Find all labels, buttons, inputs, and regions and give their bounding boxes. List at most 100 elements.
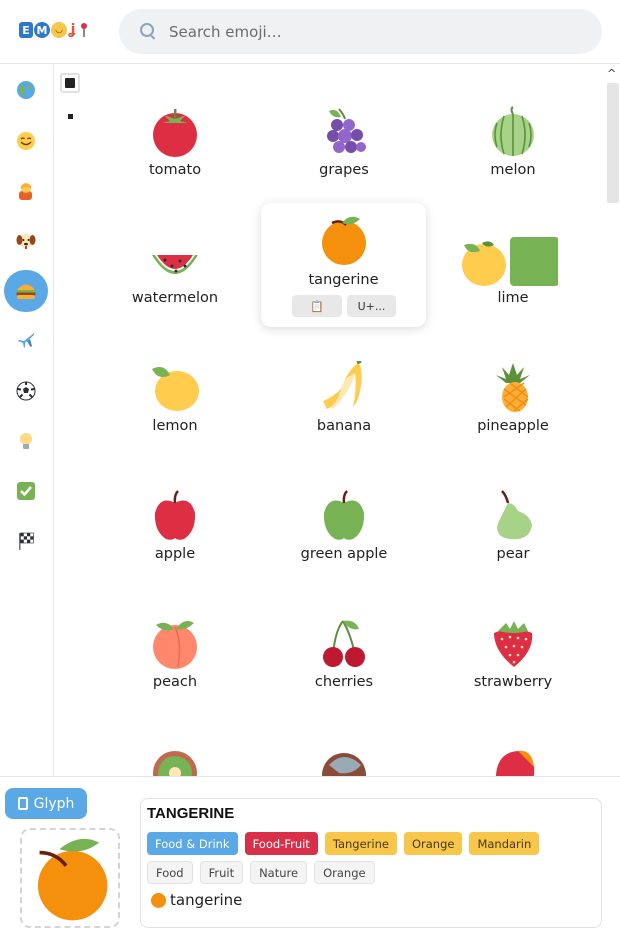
checkmark-icon [17, 482, 35, 500]
logo-j-icon: ʝ [70, 22, 76, 38]
scroll-thumb[interactable] [607, 83, 619, 203]
detail-panel: Glyph TANGERINE Food & Drink Food-Fruit … [0, 776, 620, 945]
glyph-button[interactable]: Glyph [5, 788, 87, 819]
category-globe[interactable] [4, 69, 48, 111]
tomato-icon [153, 109, 197, 157]
emoji-label: watermelon [131, 290, 219, 306]
emoji-tile-cherries[interactable]: cherries [269, 617, 419, 727]
emoji-tile-peach[interactable]: peach [100, 617, 250, 727]
emoji-tile-green-apple[interactable]: green apple [269, 489, 419, 599]
emoji-label: lime [497, 290, 529, 306]
glyph-button-label: Glyph [33, 795, 75, 812]
category-food[interactable] [4, 270, 48, 312]
category-activities[interactable] [4, 370, 48, 412]
clipboard-icon [17, 797, 28, 810]
grid-scrollbar[interactable]: ^ [605, 65, 620, 776]
emoji-label: pineapple [477, 418, 549, 434]
emoji-tile-banana[interactable]: banana [269, 361, 419, 471]
emoji-label: pear [496, 546, 530, 562]
app-logo[interactable]: E M ◡ ʝ [19, 22, 89, 38]
category-smileys[interactable] [4, 120, 48, 162]
select-checkbox[interactable] [60, 73, 80, 93]
search-bar[interactable] [119, 9, 602, 54]
tag-orange[interactable]: Orange [403, 832, 463, 855]
copy-button[interactable]: 📋 [292, 295, 342, 317]
emoji-label: strawberry [473, 674, 553, 690]
category-travel[interactable] [4, 320, 48, 362]
tag-nature[interactable]: Nature [250, 861, 308, 884]
emoji-tile-kiwi[interactable] [100, 745, 250, 776]
emoji-preview [20, 828, 120, 928]
tag-tangerine[interactable]: Tangerine [324, 832, 397, 855]
kiwi-icon [153, 751, 197, 776]
category-animals[interactable] [4, 220, 48, 262]
logo-pin-icon [79, 22, 89, 38]
emoji-hover-card-tangerine[interactable]: tangerine 📋 U+... [261, 203, 426, 327]
emoji-info-card: TANGERINE Food & Drink Food-Fruit Tanger… [140, 798, 602, 928]
emoji-tile-pear[interactable]: pear [438, 489, 588, 599]
burger-icon [16, 284, 36, 299]
emoji-tile-mango[interactable] [438, 745, 588, 776]
marker-dot [68, 114, 73, 119]
scroll-up-arrow-icon[interactable]: ^ [607, 67, 616, 80]
melon-icon [492, 106, 534, 156]
tag-food-fruit[interactable]: Food-Fruit [244, 832, 318, 855]
logo-letter-e: E [19, 22, 33, 38]
pineapple-icon [496, 363, 530, 412]
emoji-tile-lime[interactable]: lime [438, 233, 588, 343]
emoji-tile-watermelon[interactable]: watermelon [100, 233, 250, 343]
tag-list: Food & Drink Food-Fruit Tangerine Orange… [147, 832, 587, 884]
tag-food[interactable]: Food [147, 861, 193, 884]
category-people[interactable] [4, 170, 48, 212]
coconut-icon [322, 753, 366, 776]
tangerine-icon [322, 216, 366, 265]
logo-letter-m: M [34, 22, 50, 38]
emoji-label: lemon [152, 418, 198, 434]
lime-icon [462, 237, 558, 286]
emoji-title: TANGERINE [147, 805, 235, 822]
lightbulb-icon [20, 433, 32, 449]
emoji-label: banana [316, 418, 372, 434]
emoji-label: tangerine [308, 272, 379, 288]
mango-icon [495, 750, 535, 776]
airplane-icon [18, 333, 34, 348]
soccer-icon [16, 381, 36, 401]
emoji-tile-strawberry[interactable]: strawberry [438, 617, 588, 727]
search-icon [139, 22, 159, 42]
tag-fruit[interactable]: Fruit [199, 861, 244, 884]
emoji-tile-coconut[interactable] [269, 745, 419, 776]
emoji-tile-apple[interactable]: apple [100, 489, 250, 599]
emoji-label: tomato [148, 162, 202, 178]
category-objects[interactable] [4, 420, 48, 462]
dog-icon [16, 234, 36, 249]
emoji-label: apple [154, 546, 196, 562]
pear-icon [497, 490, 532, 540]
codepoint-button[interactable]: U+... [347, 295, 396, 317]
logo-face-icon: ◡ [51, 22, 67, 38]
emoji-tile-grapes[interactable]: grapes [269, 105, 419, 215]
tangerine-preview-icon [37, 838, 108, 921]
header: E M ◡ ʝ [0, 0, 620, 64]
emoji-name-line: tangerine [151, 891, 242, 909]
tag-food-drink[interactable]: Food & Drink [147, 832, 238, 855]
emoji-tile-pineapple[interactable]: pineapple [438, 361, 588, 471]
category-symbols[interactable] [4, 470, 48, 512]
category-flags[interactable] [4, 520, 48, 562]
tangerine-small-icon [151, 892, 166, 908]
emoji-label: melon [490, 162, 536, 178]
tag-mandarin[interactable]: Mandarin [469, 832, 540, 855]
strawberry-icon [494, 621, 533, 667]
cherries-icon [323, 620, 365, 667]
emoji-label: cherries [314, 674, 374, 690]
emoji-name: tangerine [170, 891, 243, 909]
emoji-tile-tomato[interactable]: tomato [100, 105, 250, 215]
tag-orange-keyword[interactable]: Orange [314, 861, 375, 884]
red-apple-icon [154, 490, 196, 540]
emoji-tile-lemon[interactable]: lemon [100, 361, 250, 471]
search-input[interactable] [169, 22, 569, 41]
globe-icon [17, 81, 35, 99]
person-icon [19, 183, 32, 200]
emoji-tile-melon[interactable]: melon [438, 105, 588, 215]
checkered-flag-icon [19, 532, 34, 550]
category-sidebar [0, 65, 54, 776]
